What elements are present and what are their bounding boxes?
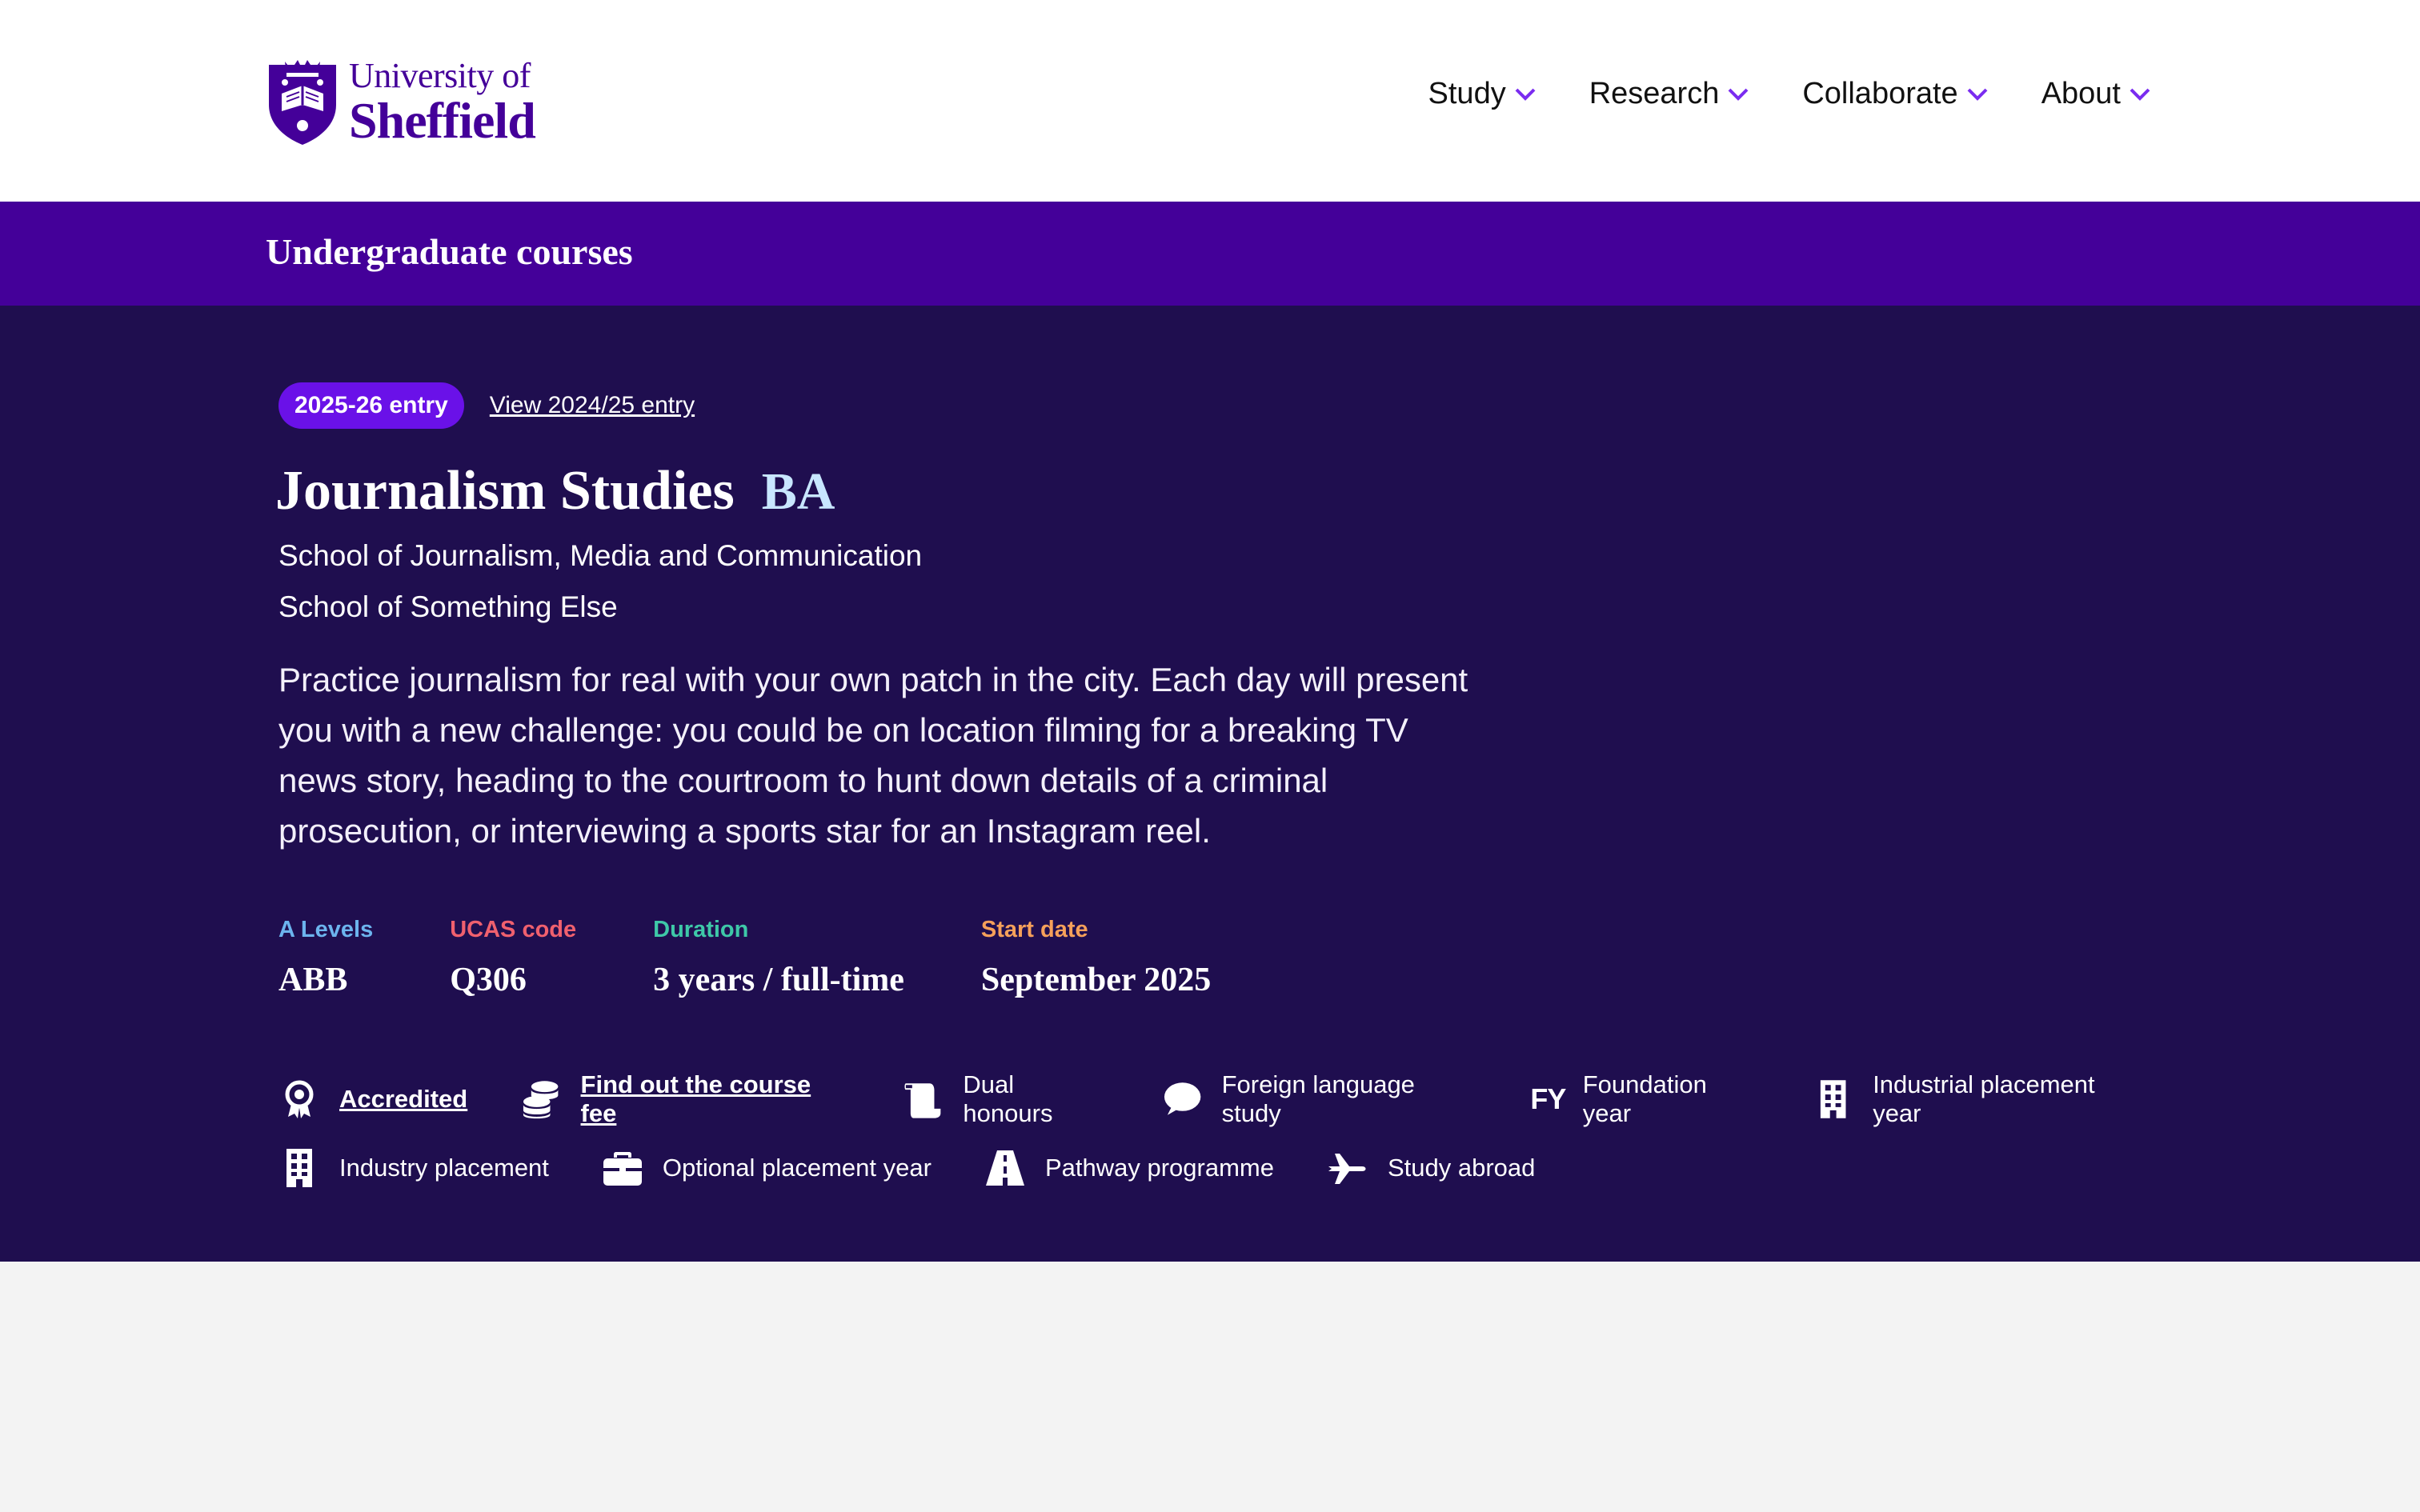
award-rosette-icon [285, 1080, 314, 1118]
site-header: University of Sheffield Study Research C… [0, 0, 2420, 202]
section-banner: Undergraduate courses [0, 202, 2420, 306]
feature-label[interactable]: Find out the course fee [581, 1070, 851, 1128]
fact-label: Start date [980, 917, 1088, 942]
entry-badge: 2025-26 entry [278, 382, 464, 429]
feature-course-fee[interactable]: Find out the course fee [520, 1070, 850, 1128]
fact-label: Duration [653, 917, 749, 942]
fy-icon: FY [1530, 1082, 1566, 1115]
feature-dual-honours: Dual honours [903, 1070, 1108, 1128]
nav-item-label: Study [1428, 77, 1506, 110]
course-heading: Journalism Studies BA [275, 459, 835, 523]
course-award: BA [761, 462, 835, 521]
feature-label: Optional placement year [662, 1154, 932, 1182]
nav-item-research[interactable]: Research [1589, 77, 1750, 111]
coins-icon [523, 1081, 559, 1119]
nav-item-label: Research [1589, 77, 1720, 110]
feature-label: Industry placement [339, 1154, 549, 1182]
fact-start-date: Start date September 2025 [981, 917, 1211, 999]
course-title: Journalism Studies [275, 460, 735, 522]
feature-study-abroad: Study abroad [1327, 1147, 1535, 1189]
feature-foundation-year: FY Foundation year [1530, 1070, 1759, 1128]
logo-line1: University of [349, 56, 531, 95]
previous-entry-link[interactable]: View 2024/25 entry [490, 392, 695, 419]
section-title[interactable]: Undergraduate courses [266, 230, 633, 273]
logo-line2: Sheffield [349, 92, 536, 149]
fact-duration: Duration 3 years / full-time [653, 917, 904, 999]
feature-accredited[interactable]: Accredited [278, 1078, 467, 1120]
road-icon [985, 1150, 1024, 1186]
building-icon [286, 1149, 312, 1187]
school-name: School of Something Else [278, 590, 618, 623]
feature-label: Foundation year [1582, 1070, 1707, 1127]
feature-industry-placement: Industry placement [278, 1147, 549, 1189]
nav-item-label: About [2041, 77, 2121, 110]
feature-label: Study abroad [1387, 1154, 1536, 1182]
fact-ucas-code: UCAS code Q306 [450, 917, 576, 999]
course-hero: 2025-26 entry View 2024/25 entry Journal… [0, 306, 2420, 1262]
fact-value: September 2025 [980, 962, 1212, 998]
nav-item-study[interactable]: Study [1428, 77, 1537, 111]
feature-label: Dual honours [963, 1070, 1053, 1127]
key-facts: A Levels ABB UCAS code Q306 Duration 3 y… [278, 917, 1288, 999]
fact-value: ABB [278, 962, 348, 998]
fact-a-levels: A Levels ABB [278, 917, 373, 999]
feature-pathway-programme: Pathway programme [984, 1147, 1274, 1189]
fact-value: 3 years / full-time [653, 962, 904, 998]
feature-industrial-placement-year: Industrial placement year [1813, 1070, 2146, 1128]
plane-icon [1328, 1154, 1366, 1184]
university-crest-icon [269, 60, 336, 145]
speech-bubble-icon [1164, 1082, 1201, 1115]
course-summary: Practice journalism for real with your o… [278, 661, 1468, 850]
page-body [0, 1262, 2420, 1512]
chevron-down-icon [2130, 88, 2150, 101]
feature-label: Pathway programme [1044, 1154, 1274, 1182]
feature-label[interactable]: Accredited [339, 1085, 467, 1114]
fact-value: Q306 [450, 962, 527, 998]
chevron-down-icon [1967, 88, 1988, 101]
entry-selector: 2025-26 entry View 2024/25 entry [278, 382, 695, 429]
nav-item-label: Collaborate [1802, 77, 1958, 110]
building-icon [1820, 1080, 1846, 1118]
chevron-down-icon [1515, 88, 1536, 101]
briefcase-icon [603, 1152, 642, 1186]
course-features: Accredited Find out the course fee Dual … [278, 1070, 2199, 1128]
feature-label: Industrial placement year [1873, 1070, 2095, 1127]
nav-item-about[interactable]: About [2041, 77, 2151, 111]
chevron-down-icon [1728, 88, 1749, 101]
university-logo[interactable]: University of Sheffield [266, 58, 570, 147]
feature-label: Foreign language study [1221, 1070, 1415, 1127]
main-nav: Study Research Collaborate About [1428, 77, 2151, 111]
fact-label: UCAS code [450, 917, 577, 942]
scroll-icon [904, 1083, 941, 1118]
fact-label: A Levels [278, 917, 374, 942]
course-features: Industry placement Optional placement ye… [278, 1147, 2199, 1189]
school-name: School of Journalism, Media and Communic… [278, 539, 923, 572]
feature-optional-placement-year: Optional placement year [602, 1147, 932, 1189]
nav-item-collaborate[interactable]: Collaborate [1802, 77, 1988, 111]
feature-foreign-language: Foreign language study [1161, 1070, 1477, 1128]
